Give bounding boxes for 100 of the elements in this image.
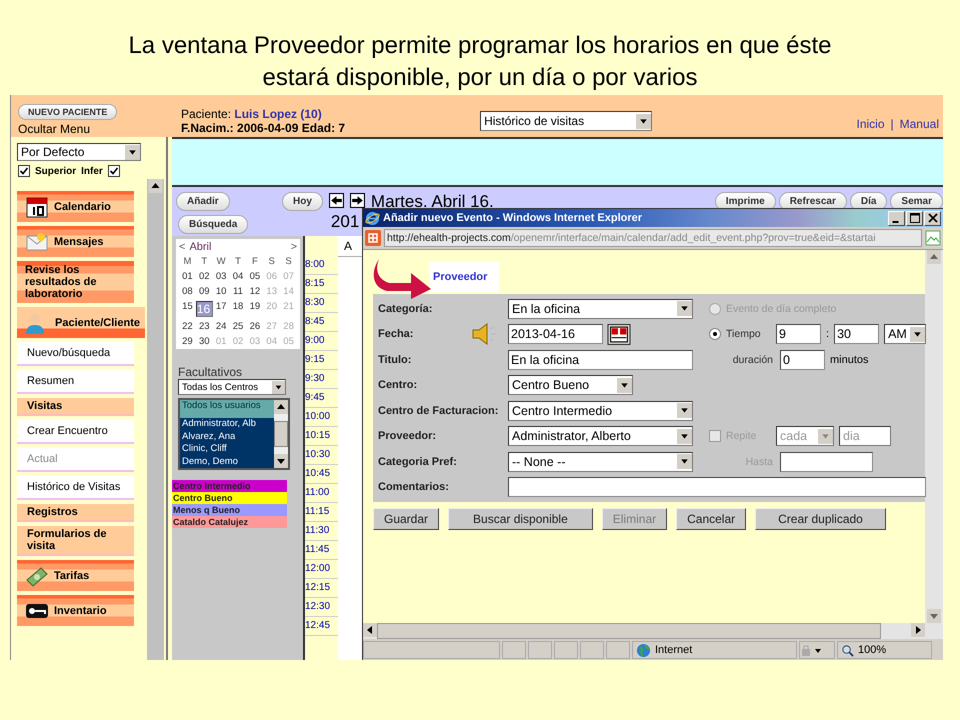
calendar-day[interactable]: 12: [246, 286, 264, 297]
patient-name[interactable]: Luis Lopez (10): [234, 107, 322, 121]
provider-option[interactable]: Clinic, Cliff: [180, 443, 274, 456]
duration-field[interactable]: 0: [780, 350, 825, 370]
dropdown[interactable]: En la oficina: [508, 298, 693, 319]
ampm-dropdown[interactable]: AM: [884, 324, 926, 344]
menu-item[interactable]: Revise los resultados de laboratorio: [17, 261, 134, 303]
form-button[interactable]: Guardar: [373, 508, 440, 530]
scroll-right-icon[interactable]: [911, 623, 925, 637]
date-field[interactable]: 2013-04-16: [508, 324, 603, 344]
calendar-day[interactable]: 04: [230, 271, 246, 282]
header-link[interactable]: Manual: [900, 117, 939, 131]
dropdown[interactable]: Centro Intermedio: [508, 400, 693, 421]
form-button[interactable]: Buscar disponible: [448, 508, 593, 530]
calendar-day[interactable]: 05: [246, 271, 264, 282]
scroll-up-icon[interactable]: [274, 400, 288, 414]
providers-title: Facultativos: [178, 365, 244, 379]
image-icon[interactable]: [925, 230, 941, 246]
close-button[interactable]: [924, 210, 941, 226]
speaker-icon[interactable]: [470, 322, 498, 346]
visit-history-dropdown[interactable]: Histórico de visitas: [480, 111, 652, 131]
maximize-button[interactable]: [906, 210, 923, 226]
arrow-left-icon[interactable]: [328, 193, 344, 208]
calendar-day[interactable]: 18: [230, 301, 246, 317]
hide-menu-link[interactable]: Ocultar Menu: [18, 123, 181, 135]
hour-field[interactable]: 9: [776, 324, 821, 344]
calendar-day[interactable]: 10: [212, 286, 230, 297]
menu-item[interactable]: Resumen: [17, 370, 134, 394]
page-icon: [365, 230, 381, 246]
dropdown[interactable]: -- None --: [508, 452, 693, 472]
next-month-link[interactable]: >: [290, 241, 297, 253]
new-patient-button[interactable]: NUEVO PACIENTE: [18, 104, 118, 120]
calendar-day[interactable]: 22: [179, 321, 196, 332]
menu-item[interactable]: Nuevo/búsqueda: [17, 342, 134, 366]
menu-item[interactable]: Inventario: [17, 595, 134, 626]
menu-item[interactable]: Crear Encuentro: [17, 420, 134, 444]
provider-option[interactable]: Demo, Demo: [180, 456, 274, 468]
checkbox[interactable]: [18, 165, 30, 177]
dropdown[interactable]: Centro Bueno: [508, 375, 633, 396]
calendar-day[interactable]: 15: [179, 301, 196, 317]
address-field[interactable]: http://ehealth-projects.com/openemr/interface/main/calendar/add_edit_event.php?prov=true&eid=&startai: [384, 229, 922, 247]
minute-field[interactable]: 30: [834, 324, 880, 344]
header-link[interactable]: Inicio: [856, 117, 885, 131]
menu-item[interactable]: Formularios de visita: [17, 526, 134, 556]
zoom-level[interactable]: 100%: [858, 644, 886, 656]
provider-option[interactable]: Todos los usuarios: [180, 400, 274, 418]
search-button[interactable]: Búsqueda: [178, 215, 248, 234]
radio-button[interactable]: [709, 328, 721, 340]
calendar-day[interactable]: 09: [196, 286, 213, 297]
arrow-right-icon[interactable]: [350, 193, 365, 208]
menu-item[interactable]: Registros: [17, 504, 134, 522]
list-scrollbar[interactable]: [274, 400, 288, 468]
calendar-day[interactable]: 24: [212, 321, 230, 332]
menu-item[interactable]: Calendario: [17, 191, 134, 222]
form-button[interactable]: Crear duplicado: [755, 508, 886, 530]
text-field[interactable]: [508, 477, 926, 498]
calendar-day[interactable]: 26: [246, 321, 264, 332]
calendar-day[interactable]: 29: [179, 336, 196, 347]
status-cell: [554, 641, 578, 659]
zoom-icon[interactable]: [841, 644, 854, 656]
weekday-label: W: [216, 256, 227, 267]
calendar-day[interactable]: 08: [179, 286, 196, 297]
calendar-day[interactable]: 11: [230, 286, 246, 297]
checkbox[interactable]: [108, 165, 120, 177]
today-button[interactable]: Hoy: [282, 192, 323, 211]
provider-option[interactable]: Administrator, Alb: [180, 418, 274, 430]
scroll-up-icon[interactable]: [147, 179, 164, 193]
menu-item[interactable]: Visitas: [17, 398, 134, 416]
calendar-day[interactable]: 19: [246, 301, 264, 317]
calendar-day[interactable]: 03: [212, 271, 230, 282]
add-button[interactable]: Añadir: [176, 192, 230, 211]
facility-dropdown[interactable]: Todas los Centros: [178, 379, 286, 395]
caret-icon: [677, 301, 692, 316]
menu-item[interactable]: Paciente/Cliente: [17, 307, 145, 338]
profile-dropdown[interactable]: Por Defecto: [17, 143, 141, 161]
calendar-day[interactable]: 30: [196, 336, 213, 347]
calendar-day[interactable]: 02: [196, 271, 213, 282]
provider-tab[interactable]: Proveedor: [429, 262, 500, 292]
menu-item[interactable]: Histórico de Visitas: [17, 476, 134, 500]
field-label: Comentarios:: [378, 481, 449, 494]
prev-month-link[interactable]: <: [179, 241, 186, 253]
minimize-button[interactable]: [888, 210, 905, 226]
calendar-day[interactable]: 23: [196, 321, 213, 332]
scroll-down-icon[interactable]: [274, 454, 288, 468]
until-field[interactable]: [780, 452, 873, 472]
calendar-day[interactable]: 01: [179, 271, 196, 282]
menu-item[interactable]: Tarifas: [17, 560, 134, 591]
form-button[interactable]: Cancelar: [676, 508, 746, 530]
calendar-day[interactable]: 25: [230, 321, 246, 332]
text-field[interactable]: En la oficina: [508, 350, 693, 370]
calendar-icon[interactable]: [607, 324, 631, 345]
field-label: Categoria Pref:: [378, 456, 457, 468]
lock-icon[interactable]: [800, 643, 822, 657]
dropdown[interactable]: Administrator, Alberto: [508, 426, 693, 446]
provider-option[interactable]: Alvarez, Ana: [180, 430, 274, 443]
scroll-thumb[interactable]: [274, 421, 288, 447]
scroll-left-icon[interactable]: [363, 623, 377, 637]
scrollbar[interactable]: [147, 179, 164, 660]
calendar-day[interactable]: 17: [212, 301, 230, 317]
menu-item[interactable]: Mensajes: [17, 226, 134, 257]
